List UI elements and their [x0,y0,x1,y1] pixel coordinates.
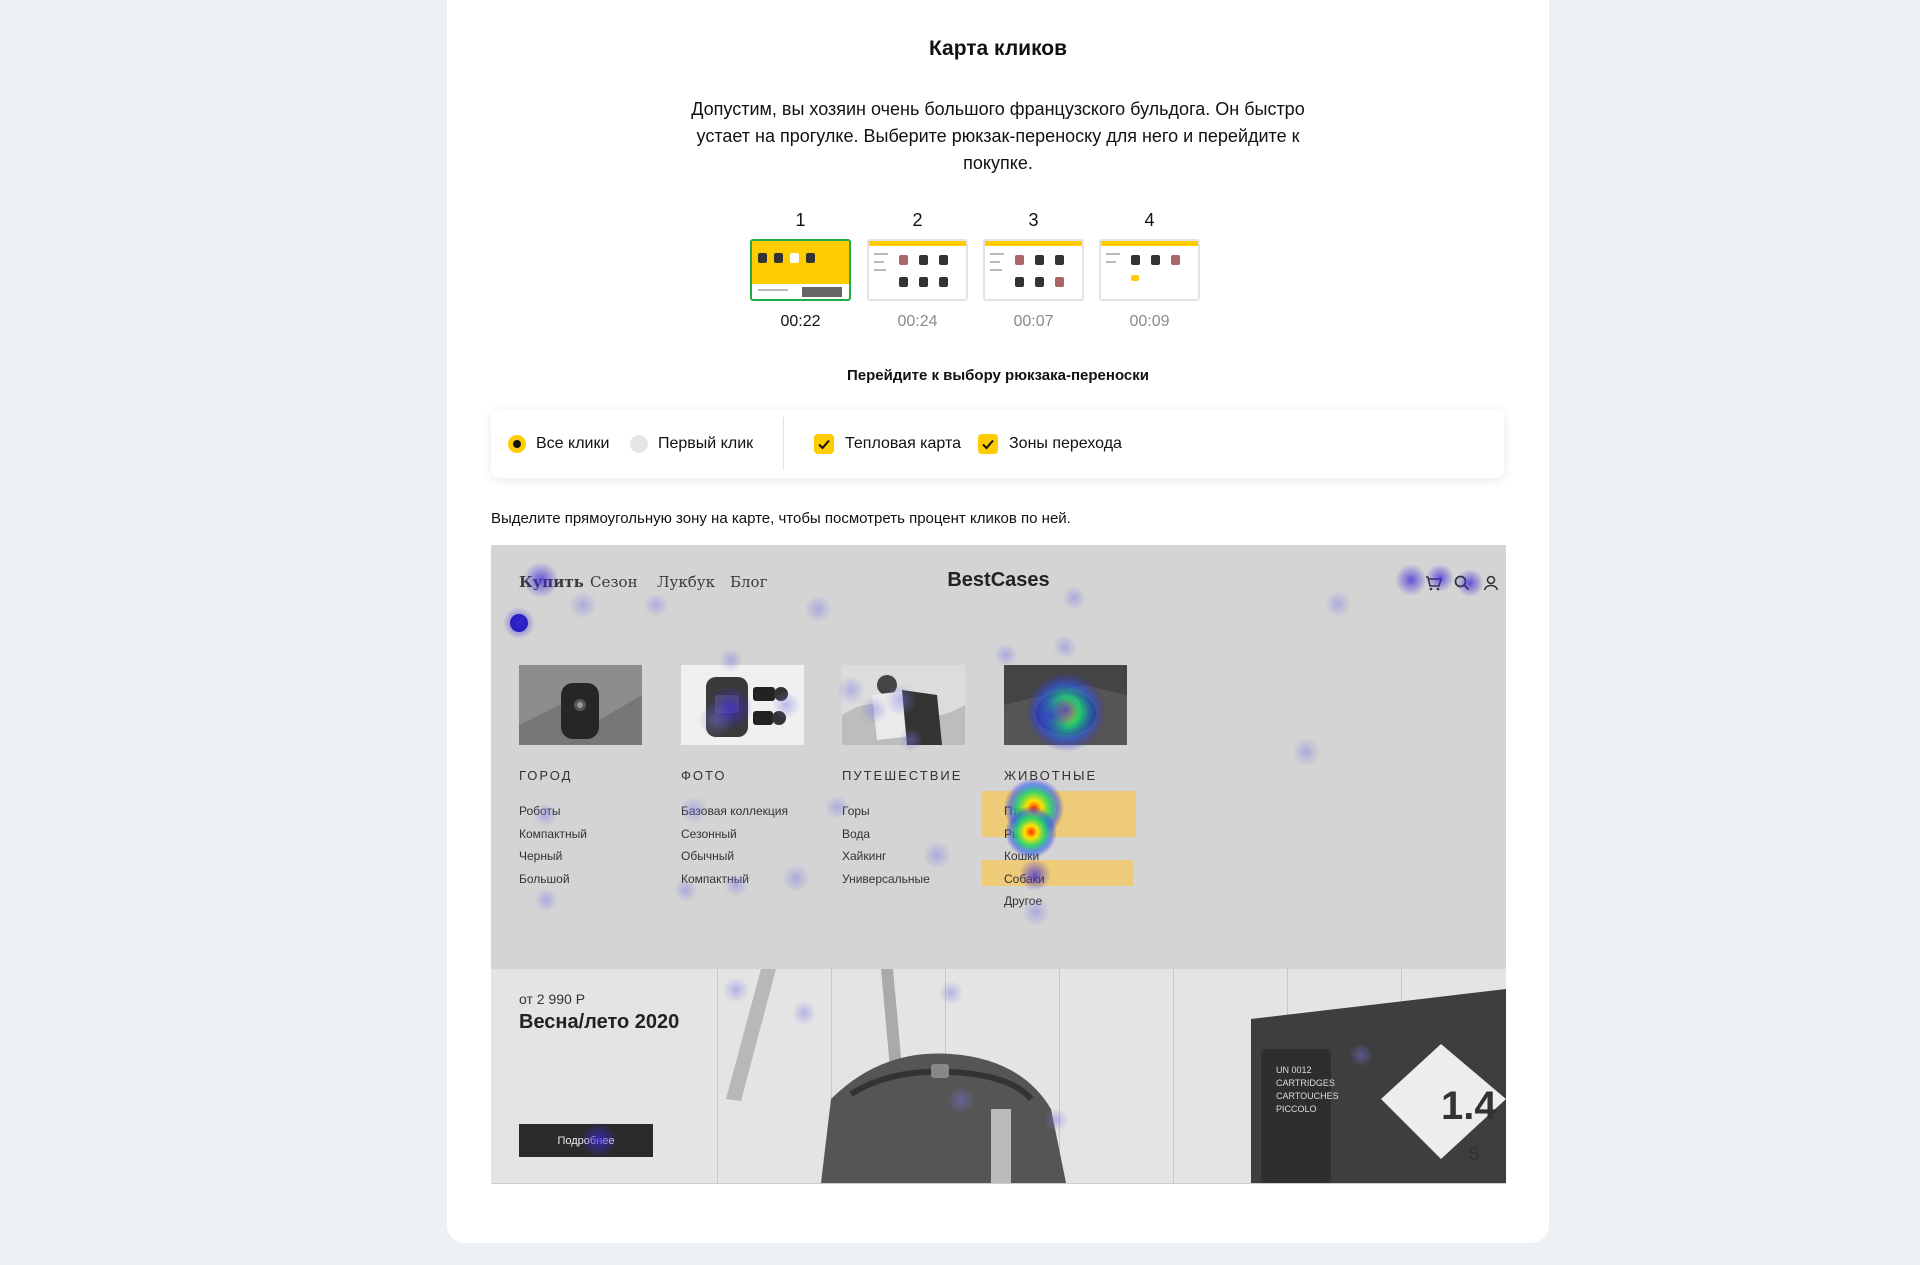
menu-link[interactable]: Роботы [519,800,587,823]
selection-hint: Выделите прямоугольную зону на карте, чт… [491,510,1071,527]
step-number: 4 [1144,210,1155,230]
menu-link[interactable]: Собаки [1004,868,1045,891]
menu-link[interactable]: Сезонный [681,823,788,846]
content-card: Карта кликов Допустим, вы хозяин очень б… [447,0,1549,1243]
column-items-city: Роботы Компактный Черный Большой [519,800,587,890]
step-task-label: Перейдите к выбору рюкзака-переноски [847,367,1149,384]
banner-price: от 2 990 Р [519,991,586,1007]
hazard-letter: S [1468,1144,1481,1164]
radio-label: Все клики [536,434,610,452]
city-bag-image[interactable] [519,665,642,745]
checkbox-heatmap[interactable]: Тепловая карта [814,409,961,478]
menu-link[interactable]: Кошки [1004,845,1045,868]
menu-link[interactable]: Птицы [1004,800,1045,823]
step-2[interactable]: 2 00:24 [867,205,968,331]
more-details-button[interactable]: Подробнее [519,1124,653,1157]
menu-link[interactable]: Большой [519,868,587,891]
menu-link[interactable]: Обычный [681,845,788,868]
step-thumbnail [750,239,851,301]
menu-link[interactable]: Компактный [519,823,587,846]
menu-link[interactable]: Рыбки [1004,823,1045,846]
search-icon[interactable] [1452,573,1472,593]
cart-icon[interactable] [1423,573,1443,593]
step-time: 00:24 [897,313,938,330]
animals-bag-image[interactable] [1004,665,1127,745]
column-heading-city[interactable]: ГОРОД [519,768,572,783]
checkmark-icon [814,433,834,454]
menu-link[interactable]: Вода [842,823,930,846]
step-list: 1 00:22 2 00:24 3 00:07 4 00:09 [447,205,1549,340]
step-thumbnail [867,239,968,301]
column-items-photo: Базовая коллекция Сезонный Обычный Компа… [681,800,788,890]
step-thumbnail [983,239,1084,301]
checkmark-icon [978,433,998,454]
radio-empty-icon [630,434,648,453]
column-items-animals: Птицы Рыбки Кошки Собаки Другое [1004,800,1045,913]
step-time: 00:07 [1013,313,1054,330]
promo-banner: от 2 990 Р Весна/лето 2020 UN 0012 CARTR… [491,969,1506,1183]
step-number: 1 [795,210,806,230]
radio-selected-icon [508,434,526,453]
checkbox-label: Зоны перехода [1009,434,1122,452]
step-1[interactable]: 1 00:22 [750,205,851,331]
step-number: 3 [1028,210,1039,230]
box-label-text: UN 0012 CARTRIDGES CARTOUCHES PICCOLO [1276,1065,1339,1114]
menu-link[interactable]: Хайкинг [842,845,930,868]
menu-link[interactable]: Универсальные [842,868,930,891]
page-title: Карта кликов [928,37,1068,60]
step-time: 00:09 [1129,313,1170,330]
user-icon[interactable] [1481,573,1501,593]
column-heading-animals[interactable]: ЖИВОТНЫЕ [1004,768,1097,783]
column-heading-travel[interactable]: ПУТЕШЕСТВИЕ [842,768,962,783]
checkbox-label: Тепловая карта [845,434,962,452]
step-3[interactable]: 3 00:07 [983,205,1084,331]
menu-link[interactable]: Другое [1004,890,1045,913]
task-description: Допустим, вы хозяин очень большого франц… [691,99,1305,173]
menu-link[interactable]: Базовая коллекция [681,800,788,823]
filter-divider [783,417,784,470]
filter-panel: Все клики Первый клик Тепловая карта Зон… [491,409,1504,478]
radio-first-click[interactable]: Первый клик [630,409,753,478]
menu-link[interactable]: Компактный [681,868,788,891]
step-number: 2 [912,210,923,230]
hazard-number: 1.4 [1441,1084,1497,1128]
radio-label: Первый клик [658,434,754,452]
column-items-travel: Горы Вода Хайкинг Универсальные [842,800,930,890]
menu-link[interactable]: Горы [842,800,930,823]
checkbox-zones[interactable]: Зоны перехода [978,409,1122,478]
travel-bag-image[interactable] [842,665,965,745]
column-heading-photo[interactable]: ФОТО [681,768,726,783]
step-time: 00:22 [780,313,821,330]
site-menu-area: Купить Сезон Лукбук Блог BestCases ГОРОД… [491,545,1506,969]
banner-title: Весна/лето 2020 [519,1011,680,1033]
step-thumbnail [1099,239,1200,301]
photo-bag-image[interactable] [681,665,804,745]
site-logo[interactable]: BestCases [491,569,1506,592]
menu-link[interactable]: Черный [519,845,587,868]
radio-all-clicks[interactable]: Все клики [508,409,609,478]
step-4[interactable]: 4 00:09 [1099,205,1200,331]
click-heatmap[interactable]: Купить Сезон Лукбук Блог BestCases ГОРОД… [491,545,1506,1184]
